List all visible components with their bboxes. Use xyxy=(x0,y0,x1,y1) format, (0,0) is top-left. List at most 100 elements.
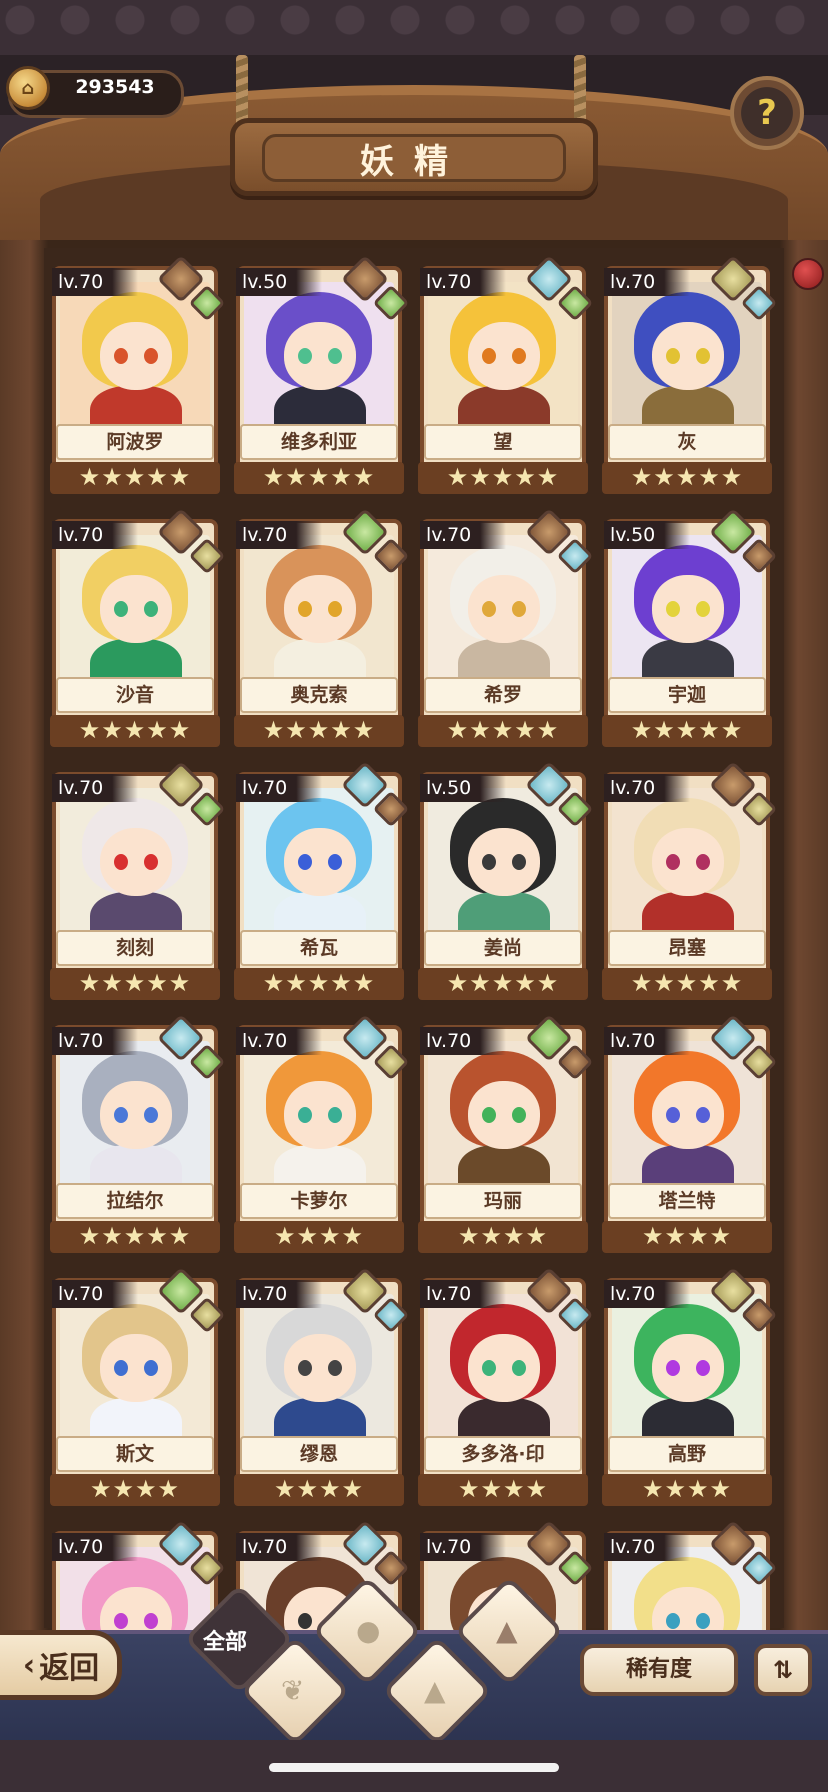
fairy-level: lv.70 xyxy=(52,521,138,549)
fairy-name: 斯文 xyxy=(56,1436,214,1472)
fairy-card[interactable]: lv.70 阿波罗 ★★★★★ xyxy=(46,254,226,498)
portrait-eye xyxy=(666,1107,680,1123)
home-indicator[interactable] xyxy=(269,1763,559,1772)
fairy-portrait xyxy=(428,1041,578,1189)
help-button[interactable]: ? xyxy=(730,76,804,150)
fairy-name: 希瓦 xyxy=(240,930,398,966)
fairy-portrait xyxy=(428,1294,578,1442)
portrait-eye xyxy=(144,348,158,364)
fairy-card[interactable]: lv.70 刻刻 ★★★★★ xyxy=(46,760,226,1004)
portrait-face xyxy=(652,828,724,896)
portrait-face xyxy=(468,322,540,390)
fairy-level: lv.70 xyxy=(52,268,138,296)
fairy-card[interactable]: lv.50 宇迦 ★★★★★ xyxy=(598,507,778,751)
fairy-card[interactable]: lv.70 玛丽 ★★★★ xyxy=(414,1013,594,1257)
fairy-level: lv.70 xyxy=(236,774,322,802)
fairy-level: lv.50 xyxy=(420,774,506,802)
fairy-portrait xyxy=(244,282,394,430)
portrait-face xyxy=(284,1334,356,1402)
portrait-eye xyxy=(696,1613,710,1629)
fairy-name: 姜尚 xyxy=(424,930,582,966)
portrait-eye xyxy=(328,348,342,364)
fairy-card[interactable]: lv.50 姜尚 ★★★★★ xyxy=(414,760,594,1004)
fairy-card[interactable]: lv.70 拉结尔 ★★★★★ xyxy=(46,1013,226,1257)
fairy-portrait xyxy=(60,535,210,683)
fairy-level: lv.70 xyxy=(52,774,138,802)
fairy-level: lv.70 xyxy=(420,268,506,296)
portrait-eye xyxy=(696,1107,710,1123)
fairy-stars: ★★★★ xyxy=(234,1221,404,1253)
fairy-level: lv.70 xyxy=(52,1280,138,1308)
portrait-eye xyxy=(144,601,158,617)
fairy-card[interactable]: lv.70 希罗 ★★★★★ xyxy=(414,507,594,751)
mountain-icon: ▲ xyxy=(424,1674,446,1707)
fairy-level: lv.70 xyxy=(604,1280,690,1308)
fairy-card[interactable]: lv.70 塔兰特 ★★★★ xyxy=(598,1013,778,1257)
fairy-stars: ★★★★★ xyxy=(234,968,404,1000)
fairy-portrait xyxy=(244,788,394,936)
portrait-eye xyxy=(144,1107,158,1123)
fairy-card[interactable]: lv.70 望 ★★★★★ xyxy=(414,254,594,498)
portrait-eye xyxy=(114,348,128,364)
portrait-face xyxy=(284,322,356,390)
fairy-stars: ★★★★ xyxy=(418,1474,588,1506)
fairy-name: 灰 xyxy=(608,424,766,460)
portrait-eye xyxy=(512,854,526,870)
fairy-level: lv.70 xyxy=(420,1027,506,1055)
fairy-stars: ★★★★ xyxy=(50,1474,220,1506)
fairy-stars: ★★★★★ xyxy=(602,715,772,747)
fairy-card[interactable]: lv.70 斯文 ★★★★ xyxy=(46,1266,226,1510)
fairy-name: 阿波罗 xyxy=(56,424,214,460)
fairy-card[interactable]: lv.70 昂塞 ★★★★★ xyxy=(598,760,778,1004)
notification-dot-icon xyxy=(792,258,824,290)
fairy-portrait xyxy=(612,788,762,936)
fairy-stars: ★★★★★ xyxy=(418,715,588,747)
fairy-level: lv.70 xyxy=(236,521,322,549)
portrait-eye xyxy=(114,854,128,870)
portrait-face xyxy=(468,575,540,643)
fairy-card[interactable]: lv.70 多多洛·印 ★★★★ xyxy=(414,1266,594,1510)
portrait-face xyxy=(284,1081,356,1149)
fairy-level: lv.50 xyxy=(604,521,690,549)
sort-order-button[interactable]: ⇅ xyxy=(754,1644,812,1696)
page-title: 妖精 xyxy=(262,134,566,182)
portrait-face xyxy=(652,322,724,390)
portrait-eye xyxy=(328,854,342,870)
portrait-eye xyxy=(328,601,342,617)
portrait-eye xyxy=(144,1360,158,1376)
fairy-card[interactable]: lv.70 缪恩 ★★★★ xyxy=(230,1266,410,1510)
fairy-portrait xyxy=(612,1041,762,1189)
fairy-card[interactable]: lv.70 沙音 ★★★★★ xyxy=(46,507,226,751)
fairy-name: 沙音 xyxy=(56,677,214,713)
fairy-card[interactable]: lv.70 奥克索 ★★★★★ xyxy=(230,507,410,751)
fairy-level: lv.70 xyxy=(420,521,506,549)
portrait-eye xyxy=(482,854,496,870)
fairy-card[interactable]: lv.50 维多利亚 ★★★★★ xyxy=(230,254,410,498)
portrait-eye xyxy=(666,1613,680,1629)
portrait-eye xyxy=(298,854,312,870)
fairy-portrait xyxy=(244,1041,394,1189)
portrait-eye xyxy=(696,854,710,870)
fairy-card[interactable]: lv.70 卡萝尔 ★★★★ xyxy=(230,1013,410,1257)
back-button[interactable]: ‹ 返回 xyxy=(0,1630,122,1700)
fairy-name: 刻刻 xyxy=(56,930,214,966)
portrait-face xyxy=(652,1081,724,1149)
fairy-portrait xyxy=(612,282,762,430)
fairy-stars: ★★★★★ xyxy=(602,462,772,494)
fairy-card[interactable]: lv.70 希瓦 ★★★★★ xyxy=(230,760,410,1004)
portrait-eye xyxy=(298,348,312,364)
fairy-card[interactable]: lv.70 灰 ★★★★★ xyxy=(598,254,778,498)
fairy-card[interactable]: lv.70 高野 ★★★★ xyxy=(598,1266,778,1510)
fairy-stars: ★★★★★ xyxy=(50,715,220,747)
portrait-face xyxy=(652,1334,724,1402)
fairy-stars: ★★★★★ xyxy=(418,462,588,494)
portrait-eye xyxy=(114,1360,128,1376)
fairy-name: 卡萝尔 xyxy=(240,1183,398,1219)
fairy-stars: ★★★★★ xyxy=(234,462,404,494)
portrait-eye xyxy=(512,348,526,364)
fairy-portrait xyxy=(428,535,578,683)
portrait-face xyxy=(468,1081,540,1149)
sort-rarity-button[interactable]: 稀有度 xyxy=(580,1644,738,1696)
portrait-eye xyxy=(298,1613,312,1629)
portrait-eye xyxy=(666,348,680,364)
